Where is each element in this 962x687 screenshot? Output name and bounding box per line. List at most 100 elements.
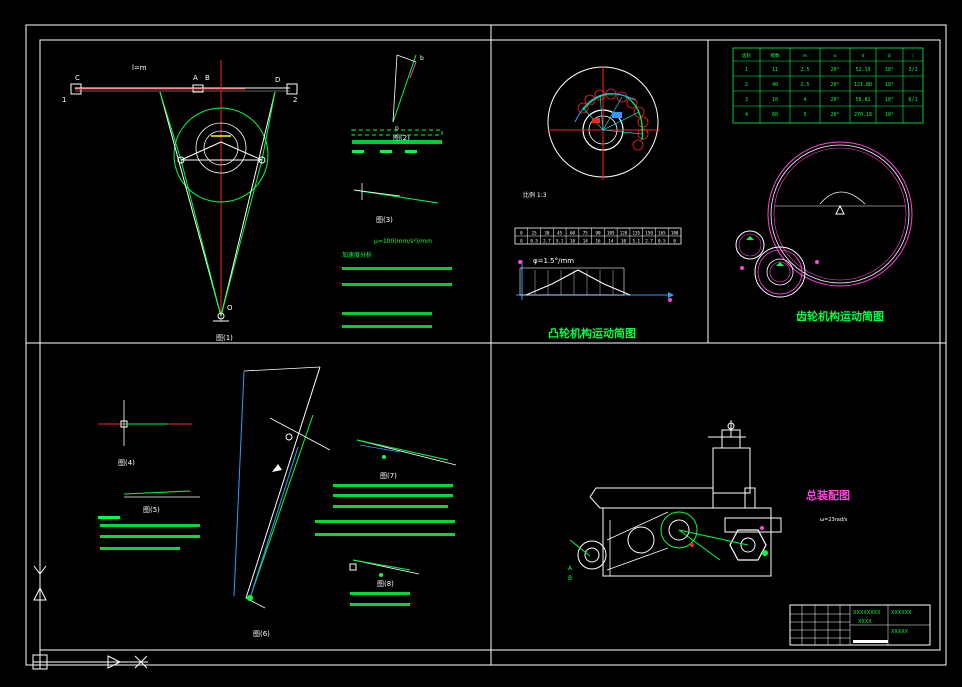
cam-table-cell-top-3: 45 [557,231,563,236]
gear-table-header-4: d [862,53,865,59]
velocity-figure: p b 图(2) [351,54,443,153]
cam-table-cell-top-8: 120 [620,231,628,236]
linkage-label-2: 2 [293,96,297,104]
fig5-label: 图(5) [143,506,160,514]
cam-table-cell-top-2: 30 [544,231,550,236]
cam-table-cell-bottom-2: 2.7 [543,239,551,244]
linkage-label-a: A [193,74,198,82]
cam-table-cell-bottom-9: 5.1 [633,239,641,244]
fig7-label: 图(7) [380,472,397,480]
cam-table-cell-bottom-5: 14 [583,239,589,244]
gear-table-cell-3-2: 5 [803,112,806,118]
gear-table-cell-0-2: 2.5 [800,67,809,73]
title-block-drawing: XXXXX [891,629,909,635]
assembly-left-label2: B [568,575,572,582]
fig6-group: 图(6) [233,366,331,638]
linkage-diagram: C A B D O 1 2 l=m 图(1) [62,60,298,342]
gear-table-cell-0-6: 3/1 [908,67,917,73]
cam-table-cell-top-9: 135 [633,231,641,236]
linkage-scale-note: l=m [132,64,147,72]
cam-title: 凸轮机构运动简图 [548,326,636,340]
title-block-r1: XXXXXXXX [853,610,881,616]
cam-table-cell-bottom-7: 14 [608,239,614,244]
accel-fig-label: 图(3) [376,216,393,224]
gear-table-cell-2-1: 10 [772,97,778,103]
gear-table: 齿轮 模数 m α d β i1 11 2.5 20° 52.19 18° 3/12 40 2.5 20° 12… [732,47,924,124]
cam-table-cell-top-10: 150 [645,231,653,236]
linkage-fig-label: 图(1) [216,334,233,342]
linkage-label-d: D [275,76,280,84]
cam-table-cell-bottom-4: 10 [570,239,576,244]
gear-table-cell-2-6: 6/1 [908,97,917,103]
cam-table-cell-top-1: 15 [532,231,538,236]
cam-graph: φ=1.5°/mm 凸轮机构运动简图 [516,257,674,340]
gear-table-cell-0-0: 1 [745,67,748,73]
assembly-note: ω=23rad/s [820,517,848,523]
assembly-drawing: 总装配图 ω=23rad/s A B [568,420,850,582]
gear-table-header-6: i [912,53,913,59]
fig4-group: 图(4) [98,400,192,467]
gear-table-cell-3-1: 60 [772,112,778,118]
fig7-group: 图(7) [315,439,457,536]
cad-drawing-canvas[interactable]: C A B D O 1 2 l=m 图(1) p b 图(2) 图(3) μ=1… [0,0,962,687]
cam-table-cell-top-5: 75 [583,231,589,236]
gear-table-cell-2-5: 18° [885,97,894,103]
accel-head: 加速度分析 [342,251,372,259]
gear-table-cell-2-3: 20° [830,97,839,103]
gear-table-header-1: 模数 [771,52,780,59]
cam-table-cell-top-4: 60 [570,231,576,236]
gear-table-cell-0-4: 52.19 [855,67,870,73]
cam-scale: 比例 1:3 [523,191,547,199]
gear-table-cell-2-4: 56.81 [855,97,870,103]
drawing-frames [25,24,947,666]
fig8-group: 图(8) [349,559,420,606]
gear-table-header-3: α [834,54,837,59]
cam-table-cell-bottom-0: 0 [520,239,523,244]
gear-table-header-0: 齿轮 [742,52,751,59]
gear-diagram: 齿轮机构运动简图 [735,141,913,323]
velocity-b-label: b [420,55,424,62]
cam-diagram: 比例 1:3 [523,66,660,199]
cam-table-cell-top-12: 180 [671,231,679,236]
fig6-label: 图(6) [253,630,270,638]
gear-table-cell-3-3: 20° [830,112,839,118]
gear-table-cell-0-5: 18° [885,67,894,73]
gear-table-cell-0-3: 20° [830,67,839,73]
cam-table-cell-top-0: 0 [520,231,523,236]
cam-table-cell-top-6: 90 [595,231,601,236]
gear-table-cell-3-4: 270.18 [854,112,872,118]
gear-table-cell-1-0: 2 [745,82,748,88]
cam-table-cell-bottom-1: 0.5 [530,239,538,244]
outer-frame [25,24,947,666]
gear-table-cell-1-1: 40 [772,82,778,88]
title-block[interactable]: XXXXXXXX XXXX XXXXXX XXXXX [789,604,931,646]
gear-table-header-2: m [803,54,807,59]
gear-table-cell-1-3: 20° [830,82,839,88]
assembly-title: 总装配图 [806,488,850,502]
velocity-p-label: p [395,125,399,132]
fig4-label: 图(4) [118,459,135,467]
gear-table-cell-1-4: 121.88 [854,82,872,88]
gear-table-cell-2-2: 4 [803,97,806,103]
title-block-r2: XXXX [858,619,872,625]
cam-table-cell-bottom-11: 0.5 [658,239,666,244]
gear-title: 齿轮机构运动简图 [796,309,884,323]
assembly-left-label: A [568,565,573,572]
gear-table-cell-1-2: 2.5 [800,82,809,88]
cam-table-cell-top-11: 165 [658,231,666,236]
linkage-label-1: 1 [62,96,66,104]
gear-table-cell-3-5: 18° [885,112,894,118]
cam-phi-label: φ=1.5°/mm [533,257,574,265]
gear-table-cell-2-0: 3 [745,97,748,103]
cam-table-cell-bottom-6: 16 [595,239,601,244]
cam-table-cell-bottom-8: 10 [621,239,627,244]
accel-eq1: μ=100(mm/s²)/mm [374,238,432,245]
fig5-group: 图(5) [98,490,200,550]
linkage-label-b: B [205,74,210,82]
cam-table-cell-bottom-12: 0 [673,239,676,244]
linkage-label-o: O [227,304,233,312]
cam-table-cell-bottom-3: 5.1 [556,239,564,244]
cam-table-cell-top-7: 105 [607,231,615,236]
gear-table-cell-3-0: 4 [745,112,748,118]
linkage-label-c: C [75,74,80,82]
